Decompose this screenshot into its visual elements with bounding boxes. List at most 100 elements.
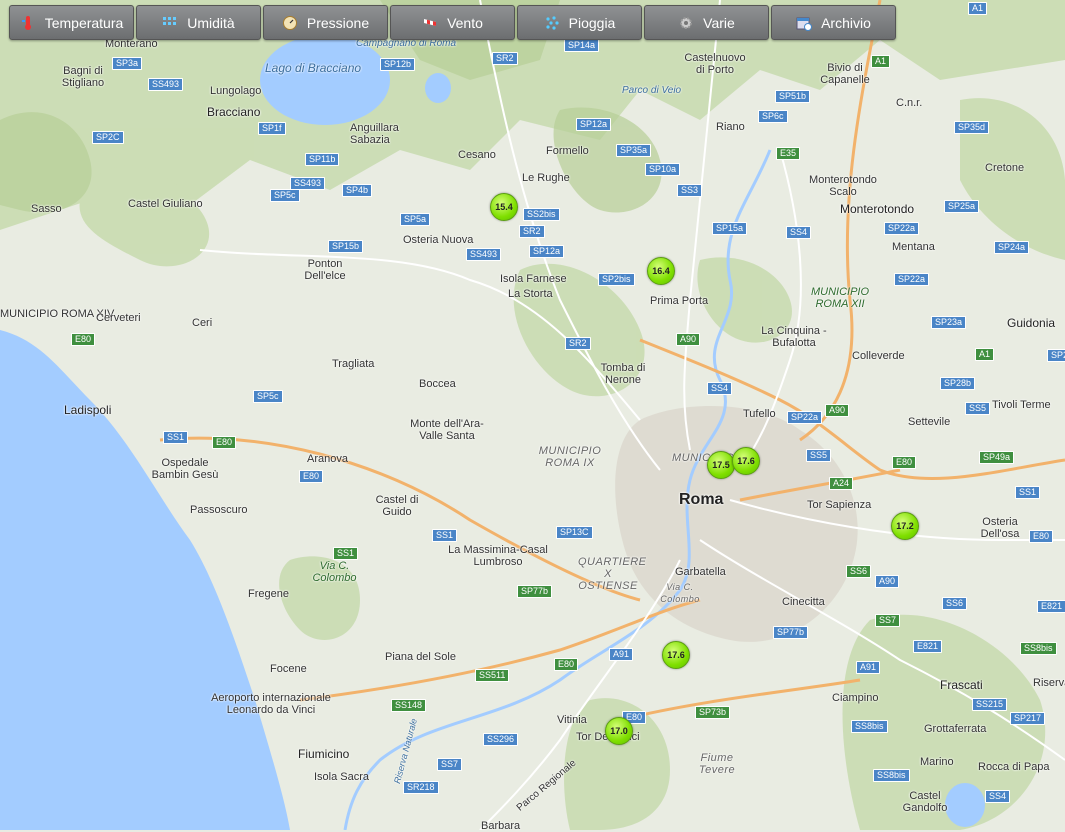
place-label: C.n.r.	[896, 97, 923, 109]
place-label: Bagni di Stigliano	[61, 65, 105, 89]
road-shield: SR218	[403, 781, 439, 794]
road-shield: SP11b	[305, 153, 340, 166]
place-label: Isola Farnese	[500, 273, 567, 285]
road-shield: SP12b	[380, 58, 416, 71]
road-shield: SS8bis	[851, 720, 888, 733]
tab-label: Varie	[703, 14, 735, 31]
road-shield: SS1	[432, 529, 458, 542]
place-label: Tor Sapienza	[807, 499, 872, 511]
tab-label: Vento	[447, 14, 483, 31]
station-marker[interactable]: 17.6	[662, 641, 690, 669]
road-shield: SR2	[519, 225, 545, 238]
place-label: Osteria Nuova	[403, 234, 474, 246]
place-label: Guidonia	[1007, 316, 1056, 330]
place-label: Prima Porta	[650, 295, 709, 307]
tab-varie[interactable]: Varie	[644, 5, 769, 40]
road-shield: SP22a	[787, 411, 823, 424]
station-marker[interactable]: 17.0	[605, 717, 633, 745]
place-label: Lungolago	[210, 85, 262, 97]
thermometer-icon	[20, 15, 36, 31]
place-label: Garbatella	[675, 566, 726, 578]
road-shield: SP5c	[270, 189, 300, 202]
place-label: Ceri	[192, 317, 213, 329]
place-label: Piana del Sole	[385, 651, 456, 663]
road-shield: SP22a	[884, 222, 920, 235]
station-marker[interactable]: 15.4	[490, 193, 518, 221]
road-shield: SP73b	[695, 706, 731, 719]
road-shield: SS5	[965, 402, 991, 415]
road-shield: SS1	[163, 431, 189, 444]
place-label: Isola Sacra	[314, 771, 370, 783]
road-shield: E35	[776, 147, 801, 160]
road-shield: A90	[875, 575, 900, 588]
place-label: Roma	[679, 491, 724, 508]
place-label: Monterotondo	[840, 202, 915, 216]
road-shield: SP28b	[940, 377, 976, 390]
station-marker[interactable]: 17.2	[891, 512, 919, 540]
place-label: Sasso	[31, 203, 62, 215]
road-shield: SS8bis	[1020, 642, 1057, 655]
tab-pioggia[interactable]: Pioggia	[517, 5, 642, 40]
place-label: Ospedale Bambin Gesù	[151, 457, 219, 481]
road-shield: A91	[856, 661, 881, 674]
place-label: Ponton Dell'elce	[304, 258, 346, 282]
road-shield: SP77b	[773, 626, 809, 639]
tab-vento[interactable]: Vento	[390, 5, 515, 40]
place-label: Barbara	[481, 820, 521, 832]
road-shield: SP12a	[529, 245, 565, 258]
place-label: Via C. Colombo	[312, 560, 357, 584]
station-marker[interactable]: 16.4	[647, 257, 675, 285]
road-shield: SP25a	[944, 200, 980, 213]
road-shield: A1	[975, 348, 995, 361]
place-label: Ladispoli	[64, 403, 112, 417]
road-shield: E821	[913, 640, 943, 653]
place-label: Lago di Bracciano	[265, 61, 362, 75]
tab-temperatura[interactable]: Temperatura	[9, 5, 134, 40]
tab-pressione[interactable]: Pressione	[263, 5, 388, 40]
place-label: Ciampino	[832, 692, 879, 704]
place-label: Le Rughe	[522, 172, 570, 184]
place-label: Tragliata	[332, 358, 375, 370]
road-shield: SS2bis	[523, 208, 560, 221]
road-shield: SR2	[492, 52, 518, 65]
rain-icon	[544, 15, 560, 31]
road-shield: SP35a	[616, 144, 652, 157]
road-shield: SS6	[942, 597, 968, 610]
barometer-icon	[282, 15, 298, 31]
road-shield: SP2C	[92, 131, 124, 144]
road-shield: SP15a	[712, 222, 748, 235]
road-shield: A90	[825, 404, 850, 417]
road-shield: SS5	[806, 449, 832, 462]
road-shield: SR2	[565, 337, 591, 350]
road-shield: SP4b	[342, 184, 373, 197]
place-label: Fiume Tevere	[698, 752, 736, 776]
road-shield: A1	[968, 2, 988, 15]
place-label: Settevile	[908, 416, 951, 428]
place-label: Grottaferrata	[924, 723, 987, 735]
road-shield: SS7	[875, 614, 901, 627]
road-shield: SS7	[437, 758, 463, 771]
gear-icon	[678, 15, 694, 31]
place-label: Tufello	[743, 408, 776, 420]
place-label: La Storta	[508, 288, 553, 300]
road-shield: SP10a	[645, 163, 681, 176]
station-marker[interactable]: 17.5	[707, 451, 735, 479]
road-shield: SP6c	[758, 110, 788, 123]
road-shield: SP23a	[931, 316, 967, 329]
road-shield: SS511	[475, 669, 510, 682]
place-label: Rocca di Papa	[978, 761, 1050, 773]
place-label: La Massimina-Casal Lumbroso	[448, 544, 548, 568]
place-label: Bracciano	[207, 105, 261, 119]
place-label: Formello	[546, 145, 589, 157]
place-label: Aranova	[307, 453, 348, 465]
road-shield: A91	[609, 648, 634, 661]
road-shield: E80	[892, 456, 917, 469]
road-shield: SS493	[466, 248, 502, 261]
map-canvas[interactable]	[0, 0, 1065, 830]
tab-umidita[interactable]: Umidità	[136, 5, 261, 40]
place-label: QUARTIERE X OSTIENSE	[578, 556, 647, 592]
tab-archivio[interactable]: Archivio	[771, 5, 896, 40]
place-label: Cinecitta	[782, 596, 825, 608]
station-marker[interactable]: 17.6	[732, 447, 760, 475]
road-shield: E80	[212, 436, 237, 449]
